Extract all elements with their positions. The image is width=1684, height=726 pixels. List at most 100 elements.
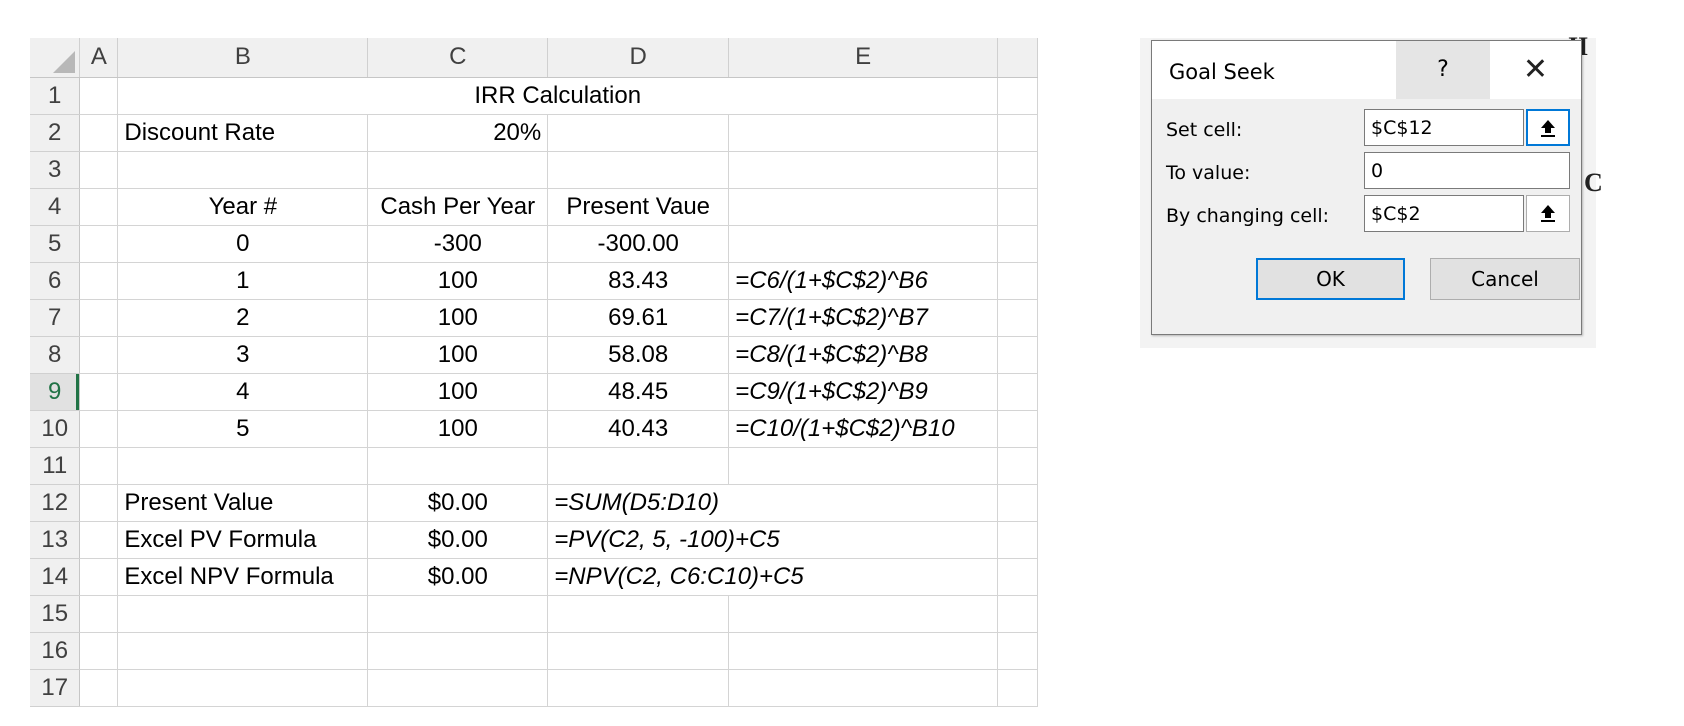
- cell[interactable]: [728, 188, 999, 226]
- cell[interactable]: [117, 151, 369, 189]
- cell[interactable]: [367, 632, 549, 670]
- row-header[interactable]: 5: [30, 225, 81, 263]
- summary-value-cell[interactable]: $0.00: [367, 484, 549, 522]
- discount-rate-label-cell[interactable]: Discount Rate: [117, 114, 369, 152]
- present-value-header-cell[interactable]: Present Vaue: [547, 188, 730, 226]
- year-cell[interactable]: 0: [117, 225, 369, 263]
- summary-label-cell[interactable]: Excel PV Formula: [117, 521, 369, 559]
- pv-cell[interactable]: 58.08: [547, 336, 730, 374]
- cell[interactable]: [79, 151, 119, 189]
- cell[interactable]: [997, 151, 1038, 189]
- to-value-input[interactable]: 0: [1364, 152, 1570, 189]
- formula-note-cell[interactable]: =C9/(1+$C$2)^B9: [728, 373, 999, 411]
- cancel-button[interactable]: Cancel: [1430, 258, 1580, 300]
- column-header-a[interactable]: A: [79, 38, 119, 78]
- year-cell[interactable]: 4: [117, 373, 369, 411]
- cell[interactable]: [79, 114, 119, 152]
- formula-note-cell[interactable]: =PV(C2, 5, -100)+C5: [547, 521, 999, 559]
- cell[interactable]: [997, 262, 1038, 300]
- cell[interactable]: [547, 595, 730, 633]
- row-header[interactable]: 13: [30, 521, 81, 559]
- cell[interactable]: [79, 336, 119, 374]
- year-header-cell[interactable]: Year #: [117, 188, 369, 226]
- row-header[interactable]: 17: [30, 669, 81, 707]
- cell[interactable]: [728, 447, 999, 485]
- row-header[interactable]: 1: [30, 77, 81, 115]
- cell[interactable]: [547, 447, 730, 485]
- pv-cell[interactable]: 40.43: [547, 410, 730, 448]
- row-header[interactable]: 12: [30, 484, 81, 522]
- cell[interactable]: [728, 595, 999, 633]
- cell[interactable]: [79, 669, 119, 707]
- cell[interactable]: [728, 669, 999, 707]
- cell[interactable]: [79, 188, 119, 226]
- cell[interactable]: [117, 669, 369, 707]
- cell[interactable]: [728, 151, 999, 189]
- cell[interactable]: [997, 410, 1038, 448]
- cell[interactable]: [728, 632, 999, 670]
- formula-note-cell[interactable]: =SUM(D5:D10): [547, 484, 999, 522]
- cell[interactable]: [79, 77, 119, 115]
- cell[interactable]: [997, 299, 1038, 337]
- ok-button[interactable]: OK: [1256, 258, 1405, 300]
- cell[interactable]: [79, 595, 119, 633]
- cell[interactable]: [79, 558, 119, 596]
- column-header-f[interactable]: [997, 38, 1038, 78]
- cell[interactable]: [79, 225, 119, 263]
- row-header[interactable]: 14: [30, 558, 81, 596]
- cell[interactable]: [997, 558, 1038, 596]
- cell[interactable]: [547, 632, 730, 670]
- pv-cell[interactable]: 69.61: [547, 299, 730, 337]
- cell[interactable]: [79, 484, 119, 522]
- cell[interactable]: [367, 151, 549, 189]
- cell[interactable]: [997, 521, 1038, 559]
- summary-value-cell[interactable]: $0.00: [367, 558, 549, 596]
- pv-cell[interactable]: -300.00: [547, 225, 730, 263]
- by-changing-cell-input[interactable]: $C$2: [1364, 195, 1524, 232]
- cash-cell[interactable]: 100: [367, 410, 549, 448]
- sheet-title-cell[interactable]: IRR Calculation: [117, 77, 999, 115]
- cash-cell[interactable]: -300: [367, 225, 549, 263]
- column-header-c[interactable]: C: [367, 38, 549, 78]
- cash-header-cell[interactable]: Cash Per Year: [367, 188, 549, 226]
- dialog-titlebar[interactable]: Goal Seek ? ✕: [1152, 41, 1581, 99]
- set-cell-collapse-button[interactable]: [1526, 109, 1570, 146]
- pv-cell[interactable]: 48.45: [547, 373, 730, 411]
- cell[interactable]: [997, 669, 1038, 707]
- row-header[interactable]: 15: [30, 595, 81, 633]
- cell[interactable]: [547, 114, 730, 152]
- cell[interactable]: [117, 447, 369, 485]
- row-header[interactable]: 3: [30, 151, 81, 189]
- cell[interactable]: [997, 77, 1038, 115]
- row-header[interactable]: 6: [30, 262, 81, 300]
- row-header[interactable]: 2: [30, 114, 81, 152]
- cell[interactable]: [367, 447, 549, 485]
- column-header-b[interactable]: B: [117, 38, 369, 78]
- cell[interactable]: [547, 669, 730, 707]
- select-all-corner[interactable]: [30, 38, 81, 78]
- year-cell[interactable]: 5: [117, 410, 369, 448]
- year-cell[interactable]: 3: [117, 336, 369, 374]
- cell[interactable]: [117, 632, 369, 670]
- cell[interactable]: [997, 188, 1038, 226]
- cell[interactable]: [728, 114, 999, 152]
- formula-note-cell[interactable]: =C8/(1+$C$2)^B8: [728, 336, 999, 374]
- row-header[interactable]: 4: [30, 188, 81, 226]
- cell[interactable]: [547, 151, 730, 189]
- set-cell-input[interactable]: $C$12: [1364, 109, 1524, 146]
- cell[interactable]: [997, 373, 1038, 411]
- column-header-e[interactable]: E: [728, 38, 999, 78]
- column-header-d[interactable]: D: [547, 38, 730, 78]
- help-button[interactable]: ?: [1396, 41, 1490, 99]
- row-header[interactable]: 7: [30, 299, 81, 337]
- formula-note-cell[interactable]: =C6/(1+$C$2)^B6: [728, 262, 999, 300]
- summary-label-cell[interactable]: Excel NPV Formula: [117, 558, 369, 596]
- formula-note-cell[interactable]: =NPV(C2, C6:C10)+C5: [547, 558, 999, 596]
- cell[interactable]: [997, 632, 1038, 670]
- cell[interactable]: [117, 595, 369, 633]
- year-cell[interactable]: 2: [117, 299, 369, 337]
- cell[interactable]: [79, 373, 119, 411]
- formula-note-cell[interactable]: =C10/(1+$C$2)^B10: [728, 410, 999, 448]
- cell[interactable]: [997, 447, 1038, 485]
- cell[interactable]: [367, 669, 549, 707]
